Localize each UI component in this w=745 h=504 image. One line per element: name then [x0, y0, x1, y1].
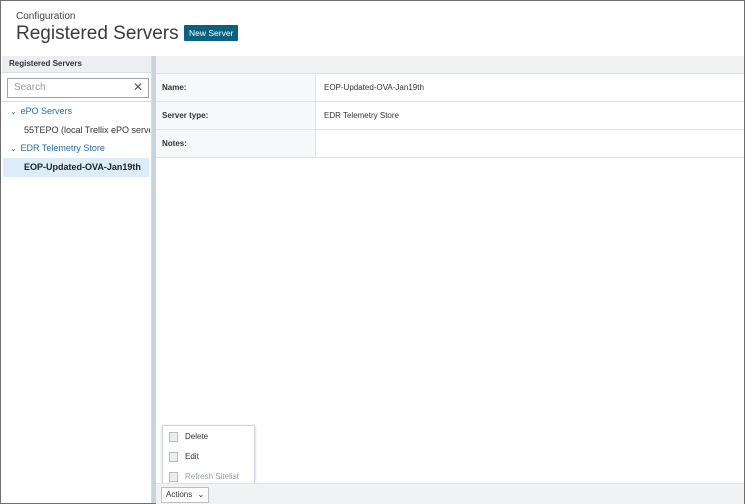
menu-item-label: Refresh Sitelist	[185, 472, 239, 482]
new-server-button[interactable]: New Server	[184, 25, 239, 41]
tree-item-55tepo[interactable]: 55TEPO (local Trellix ePO server)	[24, 125, 150, 135]
details-row-server-type: Server type: EDR Telemetry Store	[156, 102, 744, 130]
chevron-down-icon[interactable]: ⌄	[10, 144, 18, 153]
field-label: Server type:	[156, 102, 316, 129]
menu-item-label: Edit	[185, 452, 199, 462]
field-value: EOP-Updated-OVA-Jan19th	[324, 83, 424, 92]
app-window: Configuration Registered Servers New Ser…	[0, 0, 745, 504]
document-icon	[169, 472, 178, 482]
chevron-down-icon: ⌄	[197, 490, 205, 499]
details-row-notes: Notes:	[156, 130, 744, 158]
menu-item-refresh-sitelist[interactable]: Refresh Sitelist	[169, 472, 239, 482]
divider	[2, 101, 151, 102]
page-title: Registered Servers	[16, 23, 179, 44]
tree-group-edr-telemetry-store[interactable]: ⌄ EDR Telemetry Store	[10, 143, 105, 153]
document-icon	[169, 452, 178, 462]
sidebar-heading: Registered Servers	[2, 56, 151, 73]
search-placeholder: Search	[14, 82, 46, 93]
tree-group-label: ePO Servers	[20, 106, 73, 116]
details-header-bar	[156, 56, 744, 74]
menu-item-label: Delete	[185, 432, 209, 442]
tree-group-label: EDR Telemetry Store	[20, 143, 105, 153]
tree-group-epo-servers[interactable]: ⌄ ePO Servers	[10, 106, 72, 116]
document-icon	[169, 432, 178, 442]
details-grid: Name: EOP-Updated-OVA-Jan19th Server typ…	[156, 74, 744, 158]
actions-dropdown-menu: Delete Edit Refresh Sitelist	[162, 425, 255, 489]
clear-search-icon[interactable]: ✕	[133, 80, 143, 94]
tree-item-selected[interactable]: EOP-Updated-OVA-Jan19th	[3, 158, 149, 177]
search-input[interactable]: Search ✕	[7, 78, 149, 98]
details-row-name: Name: EOP-Updated-OVA-Jan19th	[156, 74, 744, 102]
field-label: Name:	[156, 74, 316, 101]
actions-button[interactable]: Actions ⌄	[161, 487, 210, 503]
sidebar: Registered Servers Search ✕ ⌄ ePO Server…	[2, 56, 152, 503]
footer-bar	[156, 483, 744, 504]
breadcrumb: Configuration	[16, 11, 76, 22]
menu-item-edit[interactable]: Edit	[169, 452, 199, 462]
chevron-down-icon[interactable]: ⌄	[10, 107, 18, 116]
menu-item-delete[interactable]: Delete	[169, 432, 208, 442]
field-label: Notes:	[156, 130, 316, 157]
actions-button-label: Actions	[166, 490, 193, 499]
field-value: EDR Telemetry Store	[324, 111, 399, 120]
